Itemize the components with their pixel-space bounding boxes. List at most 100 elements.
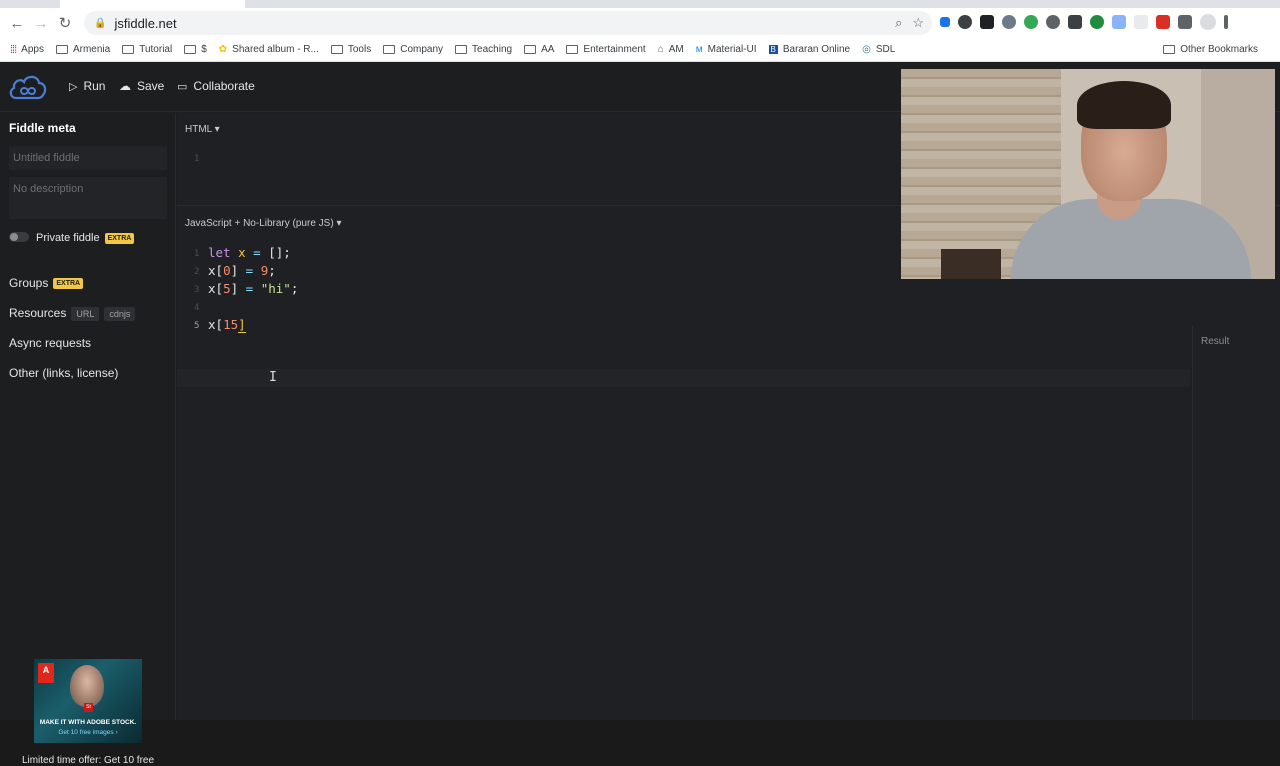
hat-extension-icon[interactable] bbox=[1068, 15, 1082, 29]
async-requests-section[interactable]: Async requests bbox=[9, 336, 91, 350]
resources-section[interactable]: Resources URL cdnjs bbox=[9, 306, 136, 321]
save-label: Save bbox=[137, 79, 165, 93]
lock-icon: 🔒 bbox=[94, 17, 107, 29]
bookmark-apps[interactable]: ⁞⁞⁞ Apps bbox=[10, 44, 44, 56]
array-literal: []; bbox=[268, 245, 291, 260]
back-icon[interactable]: ← bbox=[5, 11, 29, 35]
pen-extension-icon[interactable] bbox=[940, 17, 950, 27]
cdnjs-tag[interactable]: cdnjs bbox=[104, 306, 136, 321]
text-cursor-icon: I bbox=[269, 370, 277, 385]
star-icon[interactable]: ☆ bbox=[912, 15, 924, 31]
operator: = bbox=[253, 245, 261, 260]
bookmark-label: Material-UI bbox=[707, 44, 757, 55]
green-dot-extension-icon[interactable] bbox=[1090, 15, 1104, 29]
line-number: 3 bbox=[194, 285, 200, 295]
line-number: 4 bbox=[194, 303, 200, 313]
run-button[interactable]: ▷ Run bbox=[69, 79, 105, 93]
url-tag[interactable]: URL bbox=[71, 306, 100, 321]
calendar-extension-icon[interactable] bbox=[1112, 15, 1126, 29]
bookmark-shared-album[interactable]: ✿ Shared album - R... bbox=[219, 44, 319, 55]
folder-icon bbox=[122, 45, 135, 54]
number-token: 15 bbox=[223, 317, 239, 332]
html-line-number: 1 bbox=[194, 154, 200, 164]
bookmark-armenia[interactable]: Armenia bbox=[55, 44, 110, 55]
bookmark-tools[interactable]: Tools bbox=[330, 44, 371, 55]
cloud-extension-icon[interactable] bbox=[958, 15, 972, 29]
private-fiddle-label: Private fiddle EXTRA bbox=[36, 232, 135, 244]
operator: = bbox=[245, 263, 254, 278]
active-tab[interactable] bbox=[60, 0, 245, 8]
bookmarks-bar: ⁞⁞⁞ Apps Armenia Tutorial $ ✿ Shared album… bbox=[0, 38, 1280, 62]
code-line-5[interactable]: x[15] bbox=[208, 317, 246, 333]
html-panel-label[interactable]: HTML ▾ bbox=[185, 124, 220, 135]
bararan-icon: B bbox=[768, 45, 778, 54]
sync-extension-icon[interactable] bbox=[1024, 15, 1038, 29]
am-icon: ⌂ bbox=[657, 44, 664, 55]
bookmark-label: $ bbox=[201, 44, 207, 55]
bookmark-label: Apps bbox=[21, 44, 44, 55]
url-bar[interactable]: 🔒 jsfiddle.net ⌕ ☆ bbox=[84, 11, 932, 35]
bookmark-label: AM bbox=[668, 44, 684, 55]
circle-extension-icon[interactable] bbox=[1046, 15, 1060, 29]
webcam-overlay bbox=[901, 69, 1275, 279]
jsfiddle-logo-icon[interactable] bbox=[8, 70, 48, 104]
string-token: "hi" bbox=[260, 281, 291, 296]
bookmark-label: SDL bbox=[875, 44, 896, 55]
js-panel-label[interactable]: JavaScript + No-Library (pure JS) ▾ bbox=[185, 218, 341, 229]
other-section[interactable]: Other (links, license) bbox=[9, 366, 118, 380]
line-number: 1 bbox=[194, 249, 200, 259]
code-token: ; bbox=[290, 281, 299, 296]
code-line-2[interactable]: x[0] = 9; bbox=[208, 263, 276, 278]
fiddle-description-input[interactable]: No description bbox=[9, 177, 167, 219]
bookmark-bararan[interactable]: B Bararan Online bbox=[768, 44, 850, 55]
save-button[interactable]: ☁ Save bbox=[119, 79, 164, 93]
bookmark-sdl[interactable]: ◎ SDL bbox=[862, 44, 895, 55]
forward-icon[interactable]: → bbox=[29, 11, 53, 35]
bookmark-label: Company bbox=[400, 44, 444, 55]
folder-icon bbox=[455, 45, 468, 54]
bookmark-label: Teaching bbox=[472, 44, 513, 55]
bookmark-entertainment[interactable]: Entertainment bbox=[566, 44, 646, 55]
puzzle-icon[interactable] bbox=[1178, 15, 1192, 29]
groups-section[interactable]: Groups EXTRA bbox=[9, 276, 84, 290]
bookmark-dollar[interactable]: $ bbox=[184, 44, 207, 55]
extra-badge: EXTRA bbox=[104, 232, 135, 244]
result-label: Result bbox=[1201, 336, 1230, 347]
profile-avatar[interactable] bbox=[1200, 14, 1216, 30]
code-token: ; bbox=[268, 263, 276, 278]
code-token: ] bbox=[230, 263, 239, 278]
jb-extension-icon[interactable] bbox=[980, 15, 994, 29]
menu-icon[interactable] bbox=[1224, 15, 1228, 29]
bookmark-teaching[interactable]: Teaching bbox=[455, 44, 512, 55]
zoom-icon[interactable]: ⌕ bbox=[895, 15, 902, 31]
ad-portrait-image bbox=[70, 665, 104, 707]
adobe-stock-ad[interactable]: A St MAKE IT WITH ADOBE STOCK. Get 10 fr… bbox=[34, 659, 142, 743]
number-token: 0 bbox=[223, 263, 231, 278]
ad-subline[interactable]: Get 10 free images › bbox=[34, 729, 142, 736]
private-label-text: Private fiddle bbox=[36, 232, 100, 244]
skype-extension-icon[interactable] bbox=[1002, 15, 1016, 29]
code-line-1[interactable]: let x = []; bbox=[208, 245, 291, 260]
bookmark-aa[interactable]: AA bbox=[524, 44, 554, 55]
private-fiddle-toggle[interactable] bbox=[9, 232, 29, 242]
adobe-stock-icon: St bbox=[84, 703, 93, 712]
bookmark-tutorial[interactable]: Tutorial bbox=[122, 44, 172, 55]
bookmark-am[interactable]: ⌂ AM bbox=[658, 44, 684, 55]
grid-extension-icon[interactable] bbox=[1134, 15, 1148, 29]
folder-icon bbox=[524, 45, 537, 54]
code-line-3[interactable]: x[5] = "hi"; bbox=[208, 281, 298, 296]
resources-label: Resources bbox=[9, 306, 67, 320]
keyword-let: let bbox=[208, 245, 231, 260]
bookmark-other[interactable]: Other Bookmarks bbox=[1163, 44, 1258, 55]
material-ui-icon: ᴍ bbox=[695, 44, 703, 55]
bookmark-material-ui[interactable]: ᴍ Material-UI bbox=[696, 44, 757, 55]
webcam-chair bbox=[941, 249, 1001, 279]
obs-extension-icon[interactable] bbox=[1156, 15, 1170, 29]
collaborate-button[interactable]: ▭ Collaborate bbox=[177, 79, 255, 93]
fiddle-title-input[interactable]: Untitled fiddle bbox=[9, 146, 167, 170]
ad-offer-text[interactable]: Limited time offer: Get 10 free bbox=[0, 755, 176, 766]
bookmark-company[interactable]: Company bbox=[383, 44, 443, 55]
ad-headline: MAKE IT WITH ADOBE STOCK. bbox=[39, 719, 137, 726]
reload-icon[interactable]: ↻ bbox=[53, 11, 77, 35]
code-token: x[ bbox=[208, 317, 224, 332]
